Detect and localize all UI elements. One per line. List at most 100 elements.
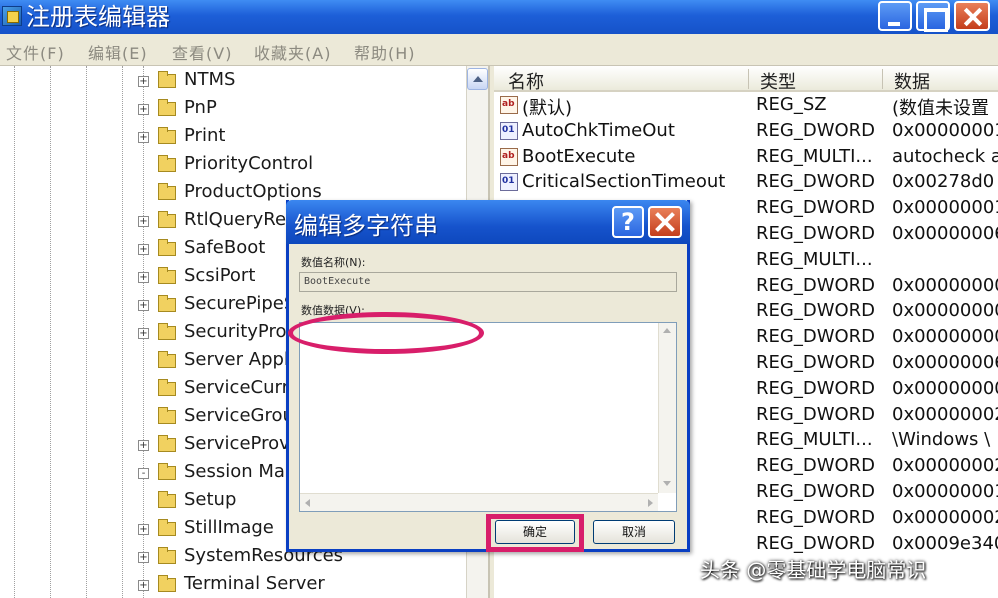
folder-icon <box>158 491 176 508</box>
value-data-cell: 0x00000000 <box>892 274 998 296</box>
expand-toggle-icon[interactable]: + <box>138 300 149 311</box>
value-data-cell: 0x00000006 <box>892 352 998 373</box>
column-header-name[interactable]: 名称 <box>508 68 544 94</box>
maximize-button[interactable] <box>916 1 950 32</box>
minimize-button[interactable] <box>878 1 912 31</box>
column-header-type[interactable]: 类型 <box>760 68 796 94</box>
textarea-horizontal-scrollbar[interactable] <box>300 493 658 511</box>
menu-favorites[interactable]: 收藏夹(A) <box>254 40 331 64</box>
value-name-label: 数值名称(N): <box>301 256 366 269</box>
expand-toggle-icon[interactable]: + <box>138 104 149 115</box>
textarea-vertical-scrollbar[interactable] <box>658 323 676 493</box>
value-type-cell: REG_DWORD <box>756 223 876 244</box>
value-type-cell: REG_MULTI... <box>756 145 873 167</box>
folder-icon <box>158 71 176 88</box>
scroll-left-arrow-icon[interactable] <box>305 499 310 507</box>
list-row[interactable]: (默认) REG_SZ (数值未设置 <box>494 92 998 119</box>
tree-item-label: ServiceGrou <box>184 405 294 426</box>
string-value-icon <box>500 147 518 166</box>
folder-icon <box>158 183 176 200</box>
scroll-down-arrow-icon[interactable] <box>663 481 671 486</box>
list-header: 名称 类型 数据 <box>494 66 998 94</box>
scroll-up-arrow-icon[interactable] <box>467 68 488 90</box>
value-type-cell: REG_DWORD <box>756 197 876 219</box>
close-button[interactable] <box>954 1 990 31</box>
value-data-cell: 0x00278d0 <box>892 171 995 193</box>
value-data-cell: \Windows \ <box>892 429 991 451</box>
value-data-cell: 0x00000001 <box>892 119 998 141</box>
list-row[interactable]: AutoChkTimeOut REG_DWORD 0x00000001 <box>494 118 998 144</box>
expand-toggle-icon[interactable]: + <box>138 552 149 563</box>
value-data-cell: (数值未设置 <box>892 98 990 119</box>
menu-view[interactable]: 查看(V) <box>172 40 232 64</box>
list-row[interactable]: CriticalSectionTimeout REG_DWORD 0x00278d0 <box>494 169 998 195</box>
tree-guide-line <box>14 66 15 598</box>
folder-icon <box>158 295 176 312</box>
folder-icon <box>158 155 176 172</box>
tree-guide-line <box>122 66 123 598</box>
tree-item-label: SafeBoot <box>184 237 266 258</box>
dialog-close-button[interactable] <box>648 206 682 238</box>
value-type-cell: REG_DWORD <box>756 300 876 322</box>
expand-toggle-icon[interactable]: + <box>138 328 149 339</box>
value-type-cell: REG_DWORD <box>756 171 876 193</box>
expand-toggle-icon[interactable]: + <box>138 580 149 591</box>
highlight-rectangle-annotation <box>486 514 584 552</box>
cancel-button[interactable]: 取消 <box>593 520 675 544</box>
scroll-up-arrow-icon[interactable] <box>663 328 671 333</box>
tree-item-label: StillImage <box>184 517 274 538</box>
value-type-cell: REG_SZ <box>756 94 827 115</box>
expand-toggle-icon[interactable]: + <box>138 524 149 535</box>
tree-item-label: ServiceCurre <box>184 377 300 398</box>
expand-toggle-icon[interactable]: + <box>138 216 149 227</box>
value-type-cell: REG_DWORD <box>756 377 876 399</box>
expand-toggle-icon[interactable]: + <box>138 272 149 283</box>
tree-item-label: SecurityProv <box>184 321 298 342</box>
value-name-cell: CriticalSectionTimeout <box>522 171 726 193</box>
expand-toggle-icon[interactable]: + <box>138 440 149 451</box>
expand-toggle-icon[interactable]: + <box>138 244 149 255</box>
expand-toggle-icon[interactable]: + <box>138 76 149 87</box>
tree-item-label: SecurePipeS <box>184 293 296 314</box>
tree-item-label: Session Mar <box>184 461 293 482</box>
folder-icon <box>158 239 176 256</box>
menu-help[interactable]: 帮助(H) <box>354 40 416 64</box>
value-data-cell: autocheck a <box>892 145 998 167</box>
tree-item-label: PriorityControl <box>184 153 314 174</box>
menu-file[interactable]: 文件(F) <box>6 40 65 64</box>
value-type-cell: REG_DWORD <box>756 506 876 528</box>
tree-item-label: ServiceProvi <box>184 433 295 454</box>
value-type-cell: REG_DWORD <box>756 274 876 296</box>
tree-guide-line <box>50 66 51 598</box>
folder-icon <box>158 463 176 480</box>
tree-item-label: PnP <box>184 97 217 118</box>
value-name-cell: (默认) <box>522 98 573 119</box>
value-data-cell: 0x00000002 <box>892 455 998 477</box>
column-header-data[interactable]: 数据 <box>894 68 930 94</box>
scroll-right-arrow-icon[interactable] <box>648 499 653 507</box>
help-button[interactable]: ? <box>612 206 644 238</box>
value-type-cell: REG_DWORD <box>756 403 876 425</box>
expand-toggle-icon[interactable]: - <box>138 468 149 479</box>
value-data-cell: 0x00000002 <box>892 403 998 425</box>
tree-item-label: Setup <box>184 489 237 510</box>
value-name-field: BootExecute <box>299 272 677 292</box>
folder-icon <box>158 211 176 228</box>
column-divider[interactable] <box>882 69 883 89</box>
folder-icon <box>158 435 176 452</box>
value-data-cell: 0x00000006 <box>892 223 998 244</box>
tree-item-label: Print <box>184 125 226 146</box>
list-row[interactable]: BootExecute REG_MULTI... autocheck a <box>494 144 998 170</box>
tree-item-label: RtlQueryRe <box>184 209 287 230</box>
tree-item-label: Server Appli <box>184 349 294 370</box>
column-divider[interactable] <box>748 69 749 89</box>
menu-edit[interactable]: 编辑(E) <box>88 40 148 64</box>
tree-item-label: Terminal Server <box>184 573 325 594</box>
expand-toggle-icon[interactable]: + <box>138 132 149 143</box>
value-name-cell: AutoChkTimeOut <box>522 119 675 141</box>
value-data-cell: 0x00000000 <box>892 377 998 399</box>
tree-item-label: ProductOptions <box>184 181 322 202</box>
folder-icon <box>158 407 176 424</box>
value-type-cell: REG_DWORD <box>756 532 876 554</box>
value-data-cell: 0x00000000 <box>892 300 998 322</box>
